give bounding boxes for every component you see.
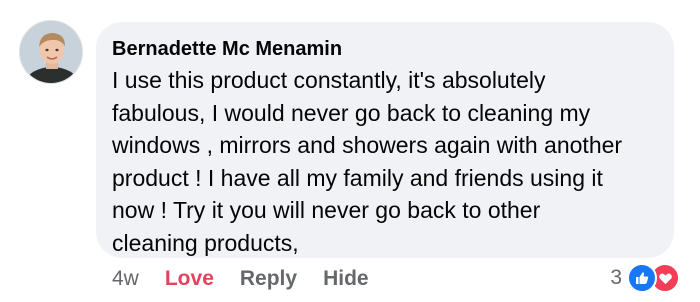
comment-text: I use this product constantly, it's abso… (112, 67, 623, 256)
profile-photo-icon (20, 21, 82, 83)
comment-author[interactable]: Bernadette Mc Menamin (112, 36, 656, 62)
reaction-count: 3 (610, 266, 622, 289)
reactions-summary[interactable]: 3 (610, 263, 680, 293)
comment-bubble: Bernadette Mc Menamin I use this product… (96, 22, 674, 258)
reaction-icons (627, 263, 680, 293)
reply-button[interactable]: Reply (240, 267, 297, 291)
comment: Bernadette Mc Menamin I use this product… (0, 0, 700, 302)
love-button[interactable]: Love (165, 267, 214, 291)
like-icon (627, 263, 657, 293)
comment-actions: 4w Love Reply Hide (112, 264, 395, 294)
avatar[interactable] (19, 20, 83, 84)
hide-button[interactable]: Hide (323, 267, 369, 291)
comment-timestamp[interactable]: 4w (112, 267, 139, 291)
